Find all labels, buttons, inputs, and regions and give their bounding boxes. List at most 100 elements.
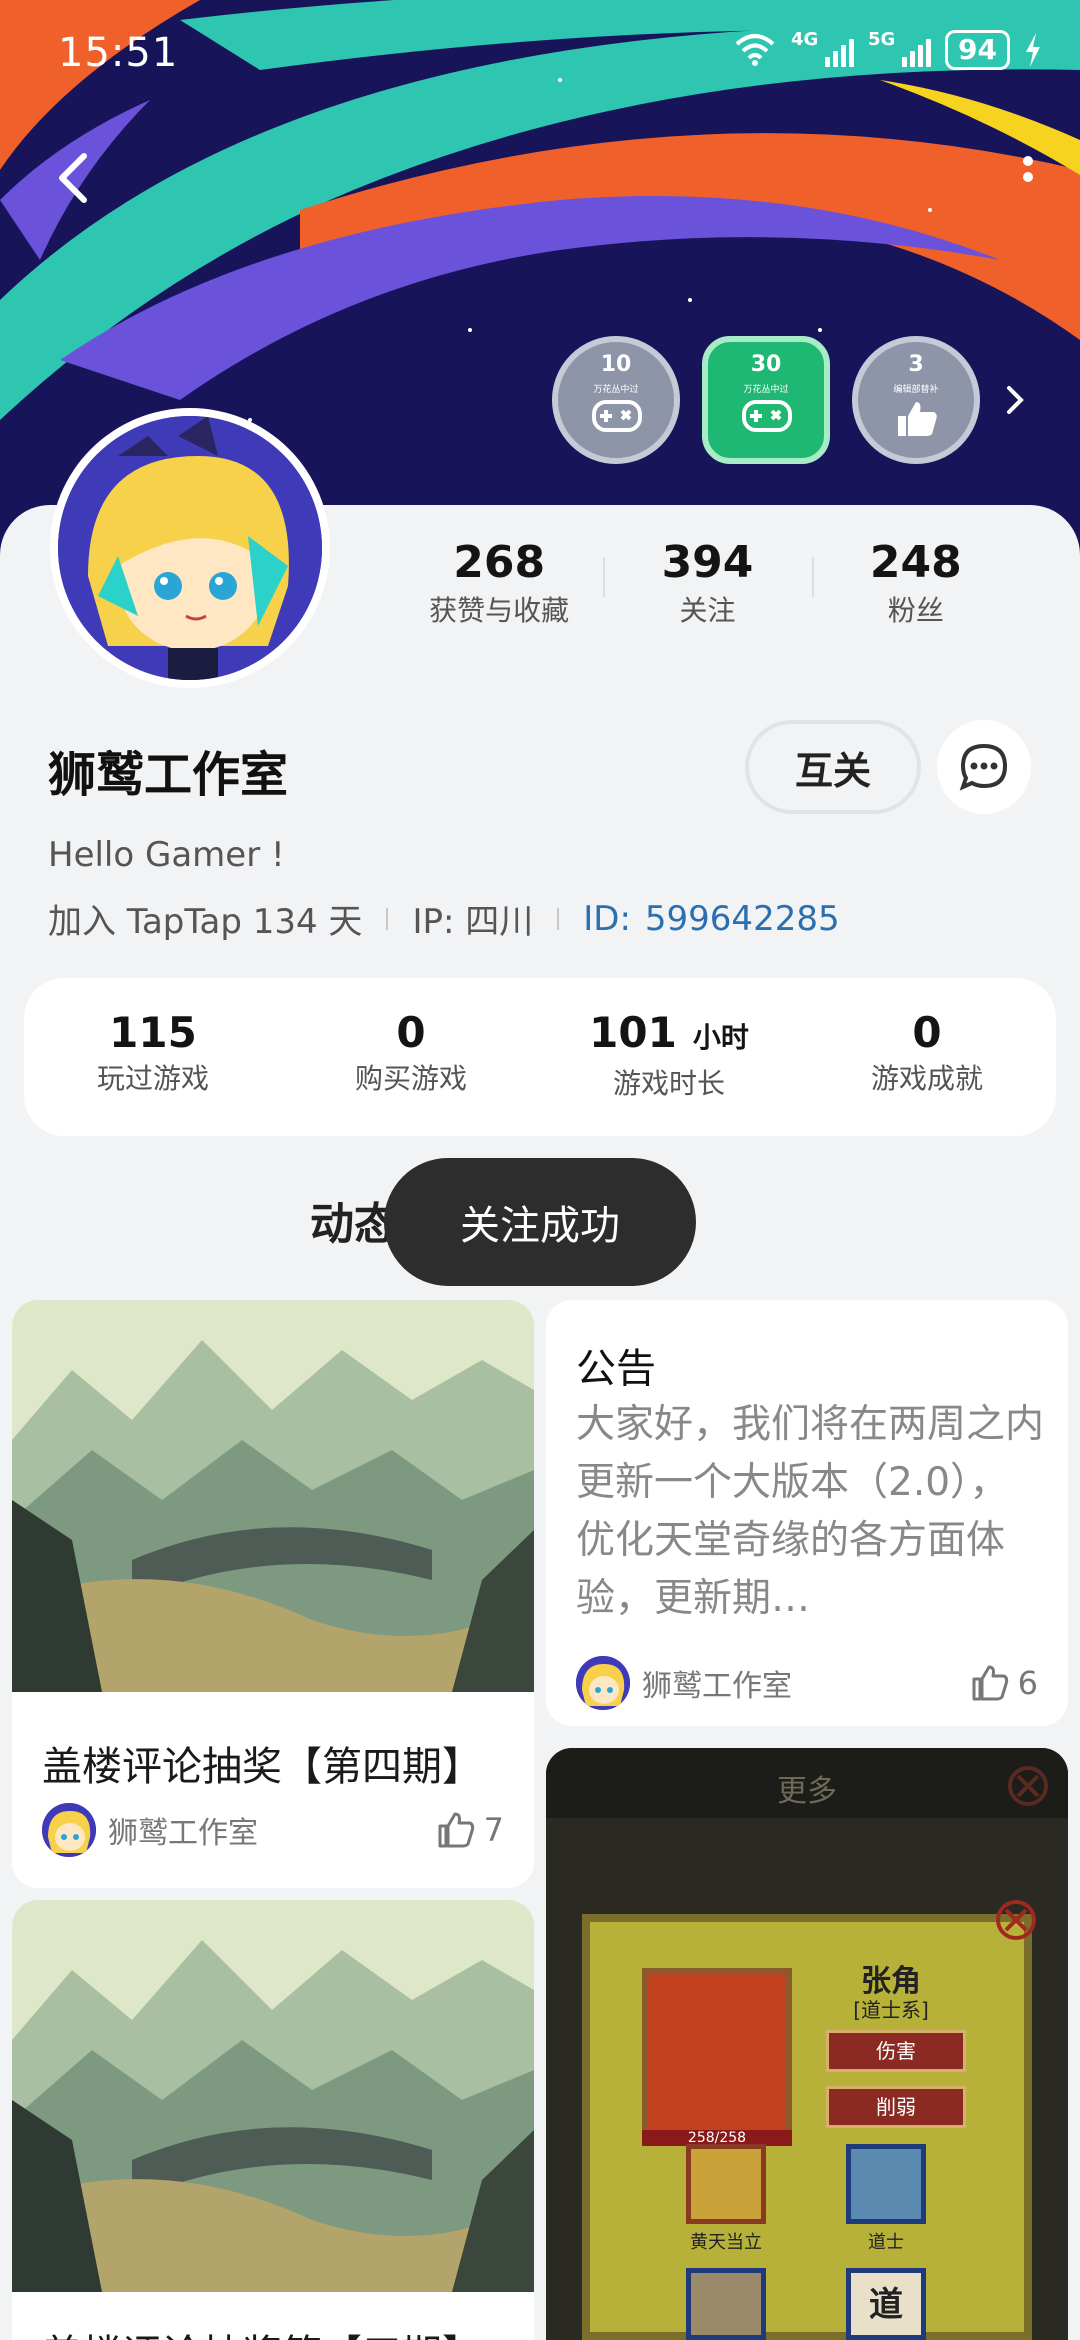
author-name: 狮鹫工作室 <box>108 1816 258 1851</box>
badges-more-button[interactable] <box>1003 380 1027 420</box>
post-title: 盖楼评论抽奖【第四期】 <box>42 1744 482 1790</box>
chevron-right-icon <box>1007 386 1024 414</box>
post-image <box>12 1900 534 2292</box>
game-stat-played[interactable]: 115 玩过游戏 <box>24 978 282 1136</box>
mutual-follow-button[interactable]: 互关 <box>745 720 921 814</box>
game-stat-purchased[interactable]: 0 购买游戏 <box>282 978 540 1136</box>
skill-name: 道士 <box>868 2232 904 2253</box>
badge-number: 10 <box>600 352 632 377</box>
profile-name: 狮鹫工作室 <box>48 747 289 803</box>
author-avatar <box>42 1803 96 1857</box>
status-time: 15:51 <box>58 30 179 76</box>
badge-number: 30 <box>750 352 782 377</box>
profile-meta: 加入 TapTap 134 天 IP: 四川 ID: 599642285 <box>48 894 840 943</box>
like-button[interactable]: 6 <box>970 1663 1038 1703</box>
profile-stats: 268 获赞与收藏 394 关注 248 粉丝 <box>395 535 1020 631</box>
game-stat-achievements[interactable]: 0 游戏成就 <box>798 978 1056 1136</box>
network-type-2: 5G <box>868 29 896 50</box>
close-icon <box>1008 1766 1048 1806</box>
skill-icon <box>686 2144 766 2224</box>
author-avatar <box>576 1656 630 1710</box>
stat-unit: 小时 <box>692 1021 749 1054</box>
avatar[interactable] <box>50 408 330 688</box>
like-count: 7 <box>483 1811 504 1849</box>
network-type: 4G <box>791 29 819 50</box>
stat-label: 获赞与收藏 <box>429 594 570 627</box>
skill-name: 黄天当立 <box>690 2232 762 2253</box>
notice-title: 公告 <box>576 1346 656 1392</box>
profile-bio: Hello Gamer ! <box>48 835 285 875</box>
game-stat-playtime[interactable]: 101 小时 游戏时长 <box>540 978 798 1136</box>
stat-value: 101 <box>589 1008 677 1057</box>
stat-followers[interactable]: 248 粉丝 <box>811 535 1020 631</box>
stat-label: 游戏成就 <box>870 1062 983 1095</box>
post-author: 狮鹫工作室 <box>42 1803 258 1857</box>
notice-body: 大家好，我们将在两周之内更新一个大版本（2.0），优化天堂奇缘的各方面体验，更新… <box>576 1402 1045 1621</box>
stat-label: 关注 <box>679 594 736 627</box>
more-options-button[interactable] <box>1016 150 1040 200</box>
stat-value: 0 <box>912 1008 942 1057</box>
chevron-left-icon <box>59 153 87 203</box>
charging-icon <box>1026 33 1040 67</box>
user-id-label: ID: <box>583 898 631 939</box>
badge-subtitle: 万花丛中过 <box>743 385 789 395</box>
back-button[interactable] <box>50 148 100 208</box>
toast-message: 关注成功 <box>384 1158 696 1286</box>
divider <box>386 907 389 930</box>
stat-label: 粉丝 <box>887 594 944 627</box>
user-id[interactable]: 599642285 <box>645 899 840 939</box>
hero-portrait <box>642 1968 792 2138</box>
divider <box>557 907 560 930</box>
hero-class: [道士系] <box>853 1998 929 2022</box>
chat-bubble-icon <box>959 743 1008 791</box>
stat-label: 购买游戏 <box>354 1062 467 1095</box>
badge-item[interactable]: 3 编辑部替补 <box>852 336 980 464</box>
game-post-card[interactable]: 更多 258/258 张角 [道士系] 伤害 削弱 黄天当立 道士 道 <box>546 1748 1068 2340</box>
damage-button[interactable]: 伤害 <box>826 2030 966 2072</box>
avatar-illustration <box>58 416 322 680</box>
wifi-icon <box>735 34 775 66</box>
join-days: 加入 TapTap 134 天 <box>48 902 363 942</box>
cell-signal-icon-2: 5G <box>868 29 932 67</box>
stat-likes[interactable]: 268 获赞与收藏 <box>395 535 603 631</box>
stat-label: 玩过游戏 <box>96 1062 209 1095</box>
weaken-button[interactable]: 削弱 <box>826 2086 966 2128</box>
close-icon[interactable] <box>994 1898 1038 1942</box>
post-title: 盖楼评论抽奖第【三期】 <box>12 2322 534 2340</box>
post-card[interactable]: 盖楼评论抽奖第【三期】 <box>12 1900 534 2340</box>
battery-level: 94 <box>945 30 1010 70</box>
thumbs-up-icon <box>898 402 937 436</box>
stat-value: 268 <box>453 537 546 588</box>
like-button[interactable]: 7 <box>436 1810 504 1850</box>
skill-icon <box>846 2144 926 2224</box>
post-card[interactable]: 盖楼评论抽奖【第四期】 狮鹫工作室 7 <box>12 1300 534 1888</box>
badge-list: 10 万花丛中过 30 万花丛中过 3 编辑部替补 <box>552 336 980 464</box>
stat-value: 0 <box>396 1008 426 1057</box>
game-stats-card: 115 玩过游戏 0 购买游戏 101 小时 游戏时长 0 游戏成就 <box>24 978 1056 1136</box>
badge-subtitle: 万花丛中过 <box>593 385 639 395</box>
message-button[interactable] <box>937 720 1031 814</box>
badge-item[interactable]: 10 万花丛中过 <box>552 336 680 464</box>
stat-following[interactable]: 394 关注 <box>603 535 811 631</box>
ip-location: IP: 四川 <box>412 902 534 942</box>
stat-value: 115 <box>109 1008 197 1057</box>
stat-value: 248 <box>869 537 962 588</box>
badge-item[interactable]: 30 万花丛中过 <box>702 336 830 464</box>
dot-icon <box>1023 172 1033 182</box>
skill-icon <box>686 2268 766 2340</box>
dot-icon <box>1023 156 1033 166</box>
badge-subtitle: 编辑部替补 <box>893 385 939 395</box>
status-bar: 15:51 4G 5G 94 <box>0 0 1080 110</box>
like-count: 6 <box>1017 1664 1038 1702</box>
stat-label: 游戏时长 <box>612 1067 725 1100</box>
notice-card[interactable]: 公告 大家好，我们将在两周之内更新一个大版本（2.0），优化天堂奇缘的各方面体验… <box>546 1300 1068 1726</box>
gamepad-icon <box>742 400 792 432</box>
status-icons: 4G 5G 94 <box>733 29 1042 70</box>
thumbs-up-icon <box>438 1812 474 1848</box>
post-image <box>12 1300 534 1692</box>
game-header-label: 更多 <box>777 1774 837 1809</box>
badge-number: 3 <box>908 352 924 377</box>
gamepad-icon <box>592 400 642 432</box>
post-author: 狮鹫工作室 <box>576 1656 792 1710</box>
stat-value: 394 <box>661 537 754 588</box>
